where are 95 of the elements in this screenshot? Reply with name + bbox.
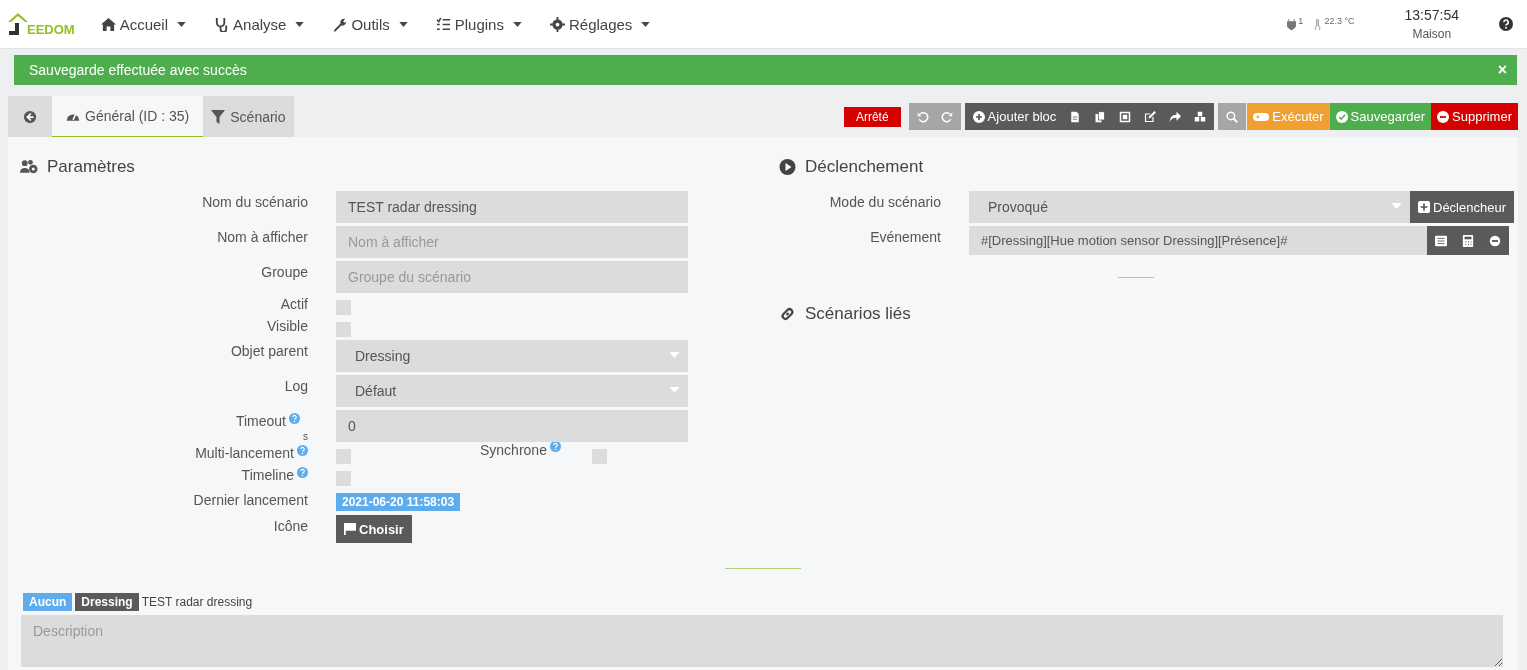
tab[interactable]: Scénario xyxy=(203,96,294,137)
tag: Dressing xyxy=(75,593,139,611)
unit-label: s xyxy=(303,431,308,442)
wrench-icon xyxy=(332,16,348,32)
caret-icon xyxy=(641,21,651,27)
input-field[interactable]: Groupe du scénario xyxy=(336,261,688,293)
input-field[interactable]: 0 xyxy=(336,410,688,442)
undo-icon[interactable] xyxy=(916,110,929,123)
search-icon[interactable] xyxy=(1226,110,1239,123)
caret-icon xyxy=(177,21,187,27)
users-cog-icon xyxy=(20,159,39,175)
plus-circle-icon xyxy=(972,110,985,123)
document-icon[interactable] xyxy=(1069,110,1082,123)
check-circle-icon xyxy=(1335,110,1348,123)
edit-icon[interactable] xyxy=(1144,110,1157,123)
choose-button[interactable]: Choisir xyxy=(336,515,412,543)
select-field[interactable]: Provoqué xyxy=(969,191,1410,223)
field-label: Evénement xyxy=(869,228,941,245)
caret-icon xyxy=(512,21,522,27)
minus-circle-icon xyxy=(1437,110,1450,123)
plug-icon xyxy=(1287,18,1297,30)
date-badge: 2021-06-20 11:58:03 xyxy=(336,493,461,511)
input-field[interactable]: Nom à afficher xyxy=(336,226,688,258)
field-label: Timeline xyxy=(241,467,294,483)
redo-icon[interactable] xyxy=(940,110,953,123)
menu-item[interactable]: Outils xyxy=(320,15,420,33)
back-button[interactable] xyxy=(8,96,52,137)
field-label: Timeout xyxy=(235,413,286,429)
delete-button[interactable]: Supprimer xyxy=(1431,103,1518,130)
flag-icon xyxy=(344,523,356,535)
minus-circle-icon[interactable] xyxy=(1489,234,1501,247)
share-arrow-icon[interactable] xyxy=(1169,110,1182,123)
plus-square-icon xyxy=(1418,201,1430,213)
frame-icon[interactable] xyxy=(1119,110,1132,123)
menu-item[interactable]: Réglages xyxy=(537,15,663,33)
cubes-icon[interactable] xyxy=(1194,110,1207,123)
help-icon[interactable] xyxy=(1499,17,1513,31)
field-label: Nom à afficher xyxy=(217,229,308,245)
calculator-icon[interactable] xyxy=(1462,234,1474,247)
checkbox[interactable] xyxy=(336,449,351,464)
temperature-reading: 22.3 °C xyxy=(1324,16,1355,26)
back-arrow-icon xyxy=(23,109,37,124)
field-label: Log xyxy=(284,378,308,394)
field-label: Icône xyxy=(273,518,308,534)
caret-icon xyxy=(669,352,680,358)
field-label: Objet parent xyxy=(230,343,308,359)
field-label: Groupe xyxy=(261,264,308,280)
power-count: 1 xyxy=(1298,16,1304,26)
menu-item[interactable]: Analyse xyxy=(202,15,317,33)
gamepad-icon xyxy=(1253,110,1270,123)
checkbox[interactable] xyxy=(336,471,351,486)
checklist-icon xyxy=(435,16,451,32)
field-label: Synchrone xyxy=(480,442,547,458)
status-badge: Arrêté xyxy=(843,106,901,127)
field-label: Mode du scénario xyxy=(828,193,941,210)
field-label: Dernier lancement xyxy=(193,492,308,508)
caret-icon xyxy=(669,387,680,393)
description-field[interactable]: Description xyxy=(21,615,1503,667)
logo-text: EEDOM xyxy=(27,22,75,37)
copy-icon[interactable] xyxy=(1094,110,1107,123)
field-label: Visible xyxy=(267,318,308,334)
select-field[interactable]: Dressing xyxy=(336,340,688,372)
gear-icon xyxy=(549,16,565,32)
caret-icon xyxy=(1391,203,1402,209)
field-label: Multi-lancement xyxy=(195,445,294,461)
home-icon xyxy=(100,16,116,32)
filter-icon xyxy=(211,109,226,124)
section-title: Paramètres xyxy=(47,157,135,177)
section-title: Déclenchement xyxy=(805,157,924,177)
alert-message: Sauvegarde effectuée avec succès xyxy=(29,62,247,78)
link-icon xyxy=(778,306,797,322)
input-field[interactable]: TEST radar dressing xyxy=(336,191,688,223)
scenario-name: TEST radar dressing xyxy=(141,595,253,609)
field-label: Nom du scénario xyxy=(202,194,308,210)
thermometer-icon xyxy=(1313,18,1323,30)
house-logo-icon xyxy=(7,11,29,37)
field-label: Actif xyxy=(280,296,308,312)
tag: Aucun xyxy=(23,593,73,611)
section-title: Scénarios liés xyxy=(805,304,911,324)
input-field[interactable]: #[Dressing][Hue motion sensor Dressing][Présence]# xyxy=(969,226,1427,255)
select-field[interactable]: Défaut xyxy=(336,375,688,407)
checkbox[interactable] xyxy=(336,322,351,337)
stethoscope-icon xyxy=(214,16,230,32)
menu-item[interactable]: Accueil xyxy=(88,15,199,33)
list-icon[interactable] xyxy=(1435,234,1447,247)
add-trigger-button[interactable]: Déclencheur xyxy=(1410,191,1514,223)
clock-time: 13:57:54 xyxy=(1404,7,1459,23)
menu-item[interactable]: Plugins xyxy=(423,15,534,33)
place-name: Maison xyxy=(1412,27,1452,41)
tab[interactable]: Général (ID : 35) xyxy=(52,96,204,137)
checkbox[interactable] xyxy=(336,300,351,315)
checkbox[interactable] xyxy=(591,449,607,464)
caret-icon xyxy=(295,21,305,27)
caret-icon xyxy=(398,21,408,27)
play-circle-icon xyxy=(778,159,797,175)
